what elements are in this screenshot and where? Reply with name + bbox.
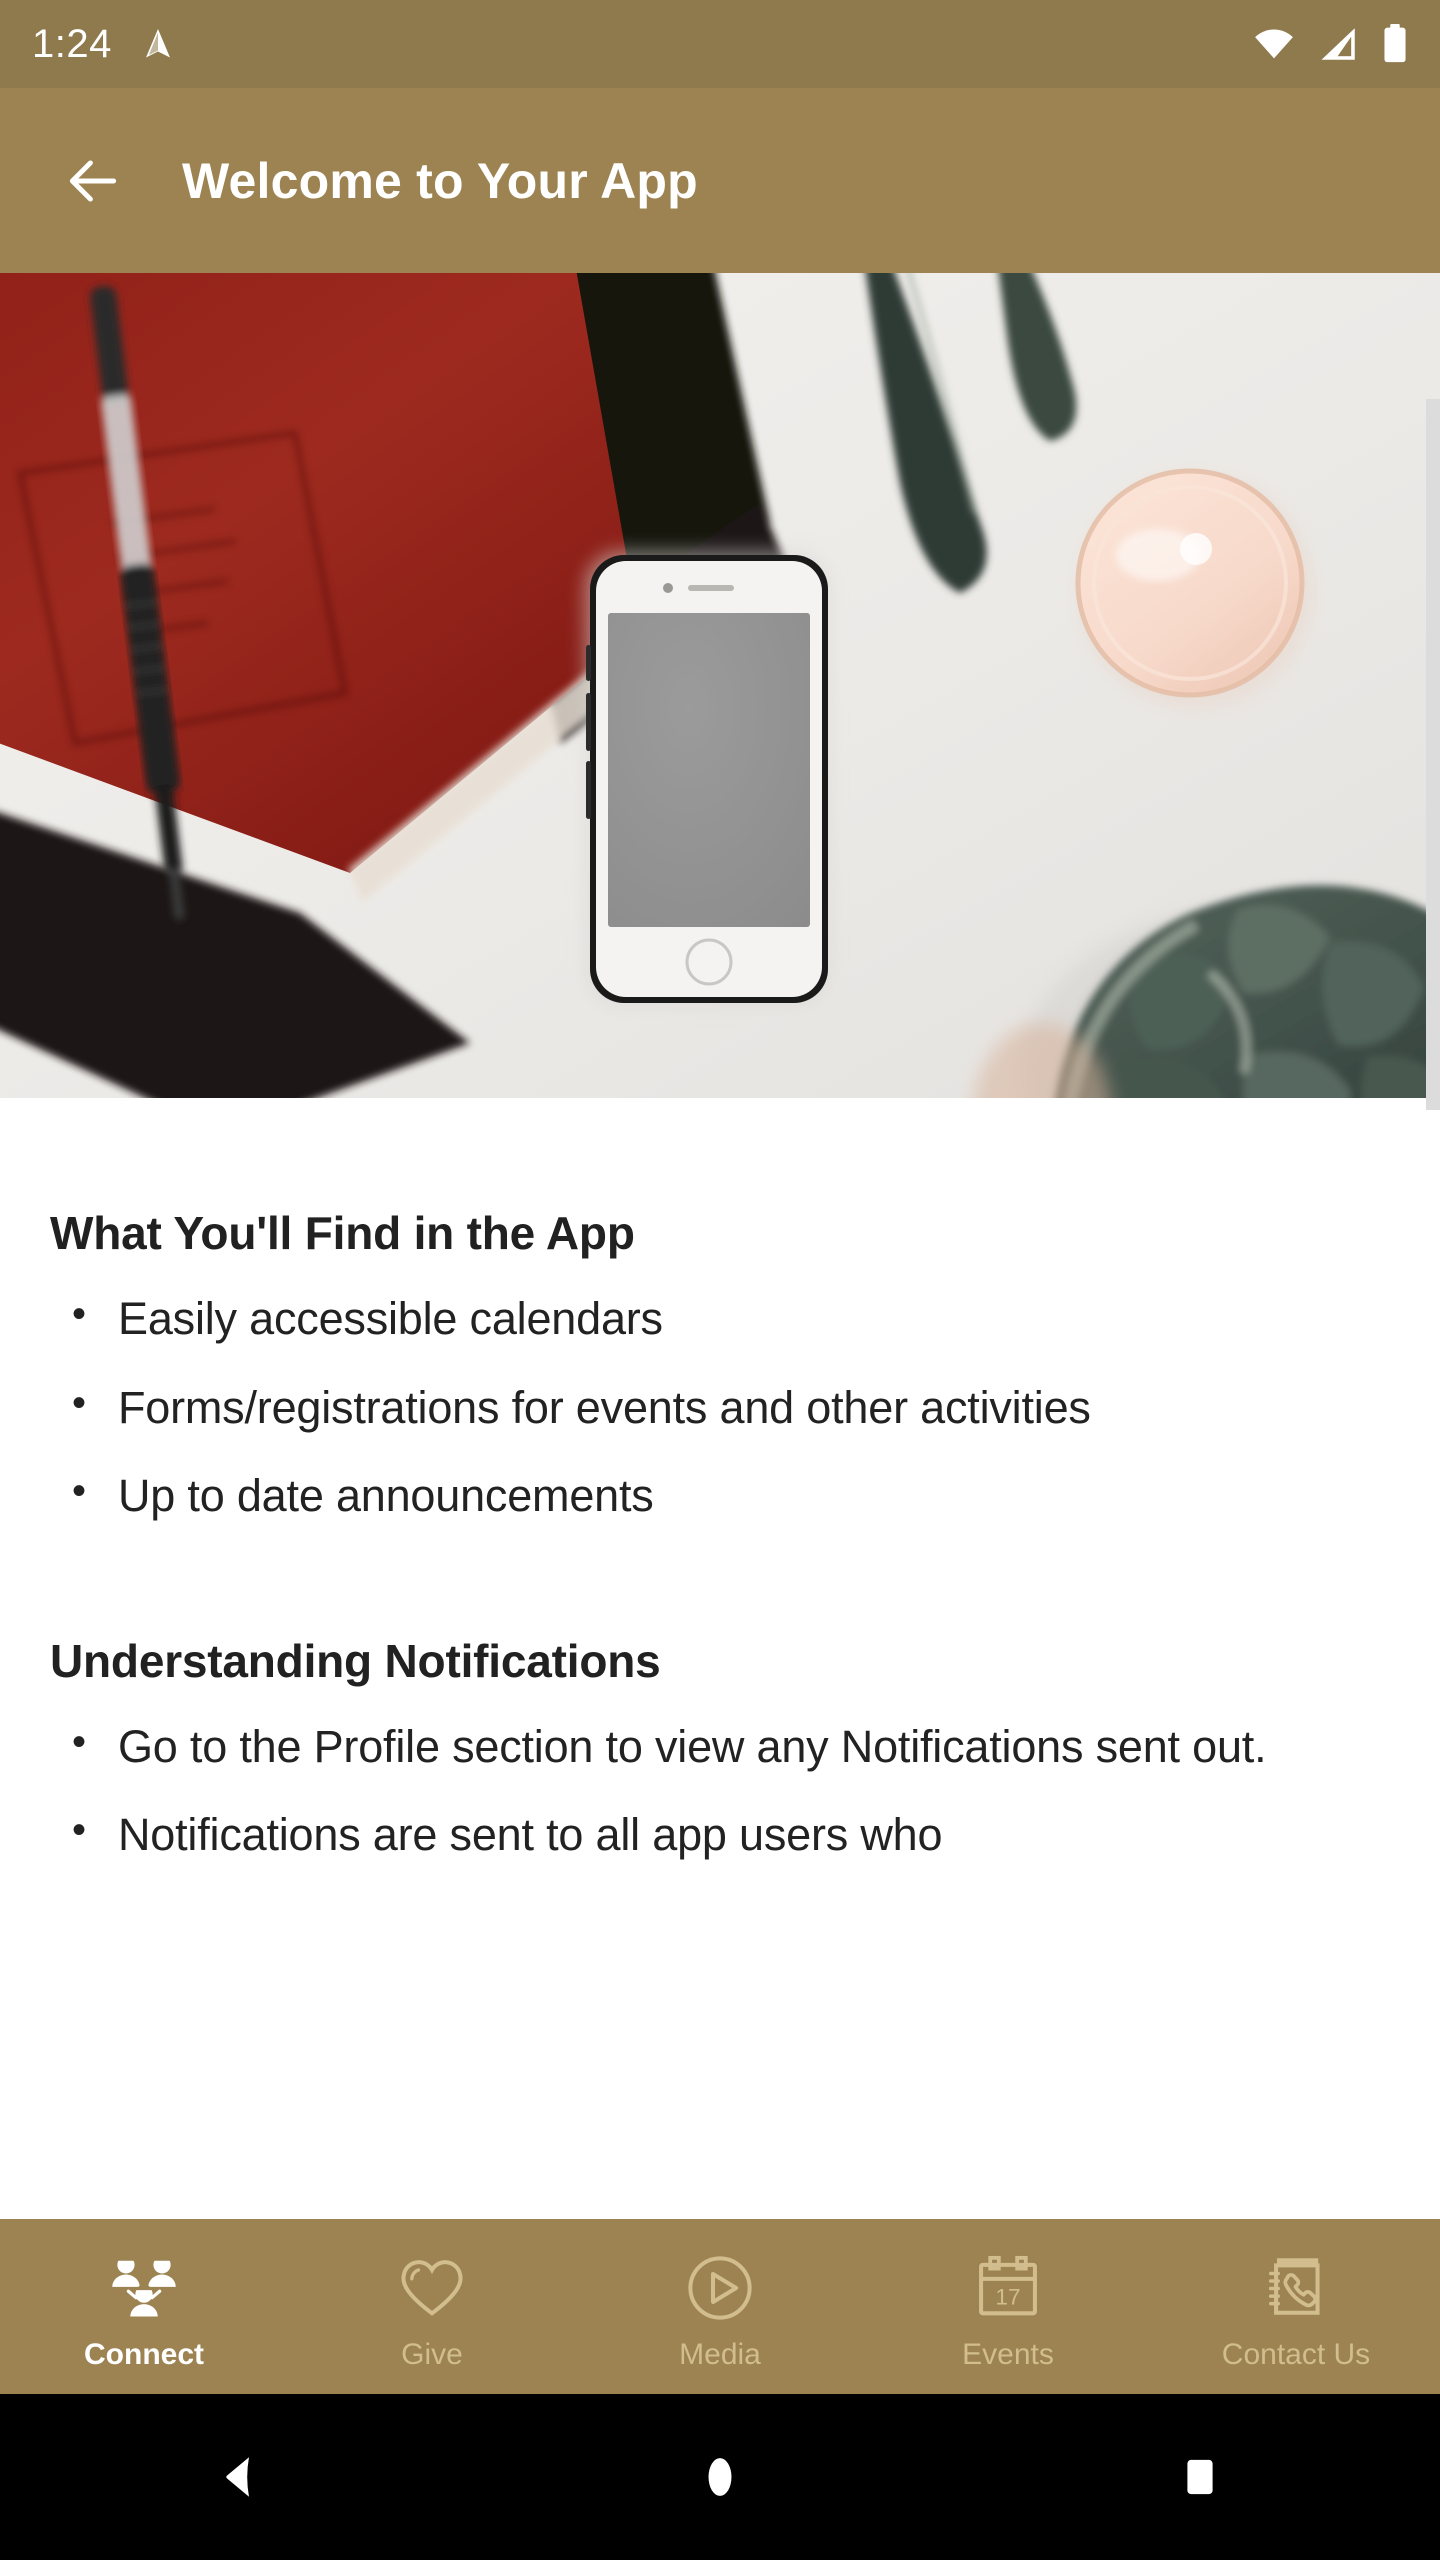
recents-square-icon	[1173, 2450, 1227, 2504]
back-arrow-icon	[62, 150, 124, 212]
tab-give[interactable]: Give	[288, 2219, 576, 2394]
tab-label: Contact Us	[1221, 2337, 1371, 2371]
scrollbar-thumb[interactable]	[1426, 399, 1440, 1110]
phone-screen: 1:24 Welcome to Your App What You'll Fin…	[0, 0, 1440, 2560]
play-circle-icon	[685, 2250, 755, 2326]
back-triangle-icon	[213, 2450, 267, 2504]
app-toolbar: Welcome to Your App	[0, 88, 1440, 273]
battery-icon	[1382, 24, 1408, 64]
tab-label: Give	[401, 2337, 463, 2371]
tab-contact-us[interactable]: Contact Us	[1152, 2219, 1440, 2394]
heart-icon	[397, 2250, 467, 2326]
bullet-list-find-in-app: Easily accessible calendars Forms/regist…	[50, 1288, 1390, 1526]
list-item: Notifications are sent to all app users …	[50, 1804, 1390, 1865]
status-clock: 1:24	[32, 21, 112, 66]
list-item: Go to the Profile section to view any No…	[50, 1716, 1390, 1777]
back-button[interactable]	[38, 126, 148, 236]
hero-image	[0, 273, 1440, 1098]
section-heading-notifications: Understanding Notifications	[50, 1634, 661, 1687]
people-group-icon	[106, 2250, 182, 2326]
svg-text:17: 17	[995, 2284, 1020, 2309]
tab-connect[interactable]: Connect	[0, 2219, 288, 2394]
article-body: What You'll Find in the App Easily acces…	[0, 1206, 1440, 1865]
address-book-icon	[1261, 2250, 1331, 2326]
status-bar: 1:24	[0, 0, 1440, 88]
cellular-signal-icon	[1318, 26, 1360, 62]
navigation-icon	[140, 26, 176, 62]
bottom-tab-bar: Connect Give Media 17 Events Contact Us	[0, 2219, 1440, 2394]
list-item: Easily accessible calendars	[50, 1288, 1390, 1349]
content-scroll-area[interactable]: What You'll Find in the App Easily acces…	[0, 273, 1440, 2219]
tab-label: Media	[679, 2337, 761, 2371]
section-heading-find-in-app: What You'll Find in the App	[50, 1207, 635, 1259]
list-item: Forms/registrations for events and other…	[50, 1377, 1390, 1438]
tab-label: Connect	[84, 2337, 204, 2371]
bullet-list-notifications: Go to the Profile section to view any No…	[50, 1716, 1390, 1865]
wifi-icon	[1252, 26, 1296, 62]
status-notification-icons	[140, 26, 176, 62]
list-item: Up to date announcements	[50, 1465, 1390, 1526]
status-system-icons	[1252, 24, 1408, 64]
android-recents-button[interactable]	[1110, 2394, 1290, 2560]
tab-media[interactable]: Media	[576, 2219, 864, 2394]
tab-label: Events	[962, 2337, 1054, 2371]
android-home-button[interactable]	[630, 2394, 810, 2560]
tab-events[interactable]: 17 Events	[864, 2219, 1152, 2394]
home-circle-icon	[693, 2450, 747, 2504]
android-navigation-bar	[0, 2394, 1440, 2560]
calendar-icon: 17	[973, 2250, 1043, 2326]
page-title: Welcome to Your App	[182, 152, 698, 209]
android-back-button[interactable]	[150, 2394, 330, 2560]
